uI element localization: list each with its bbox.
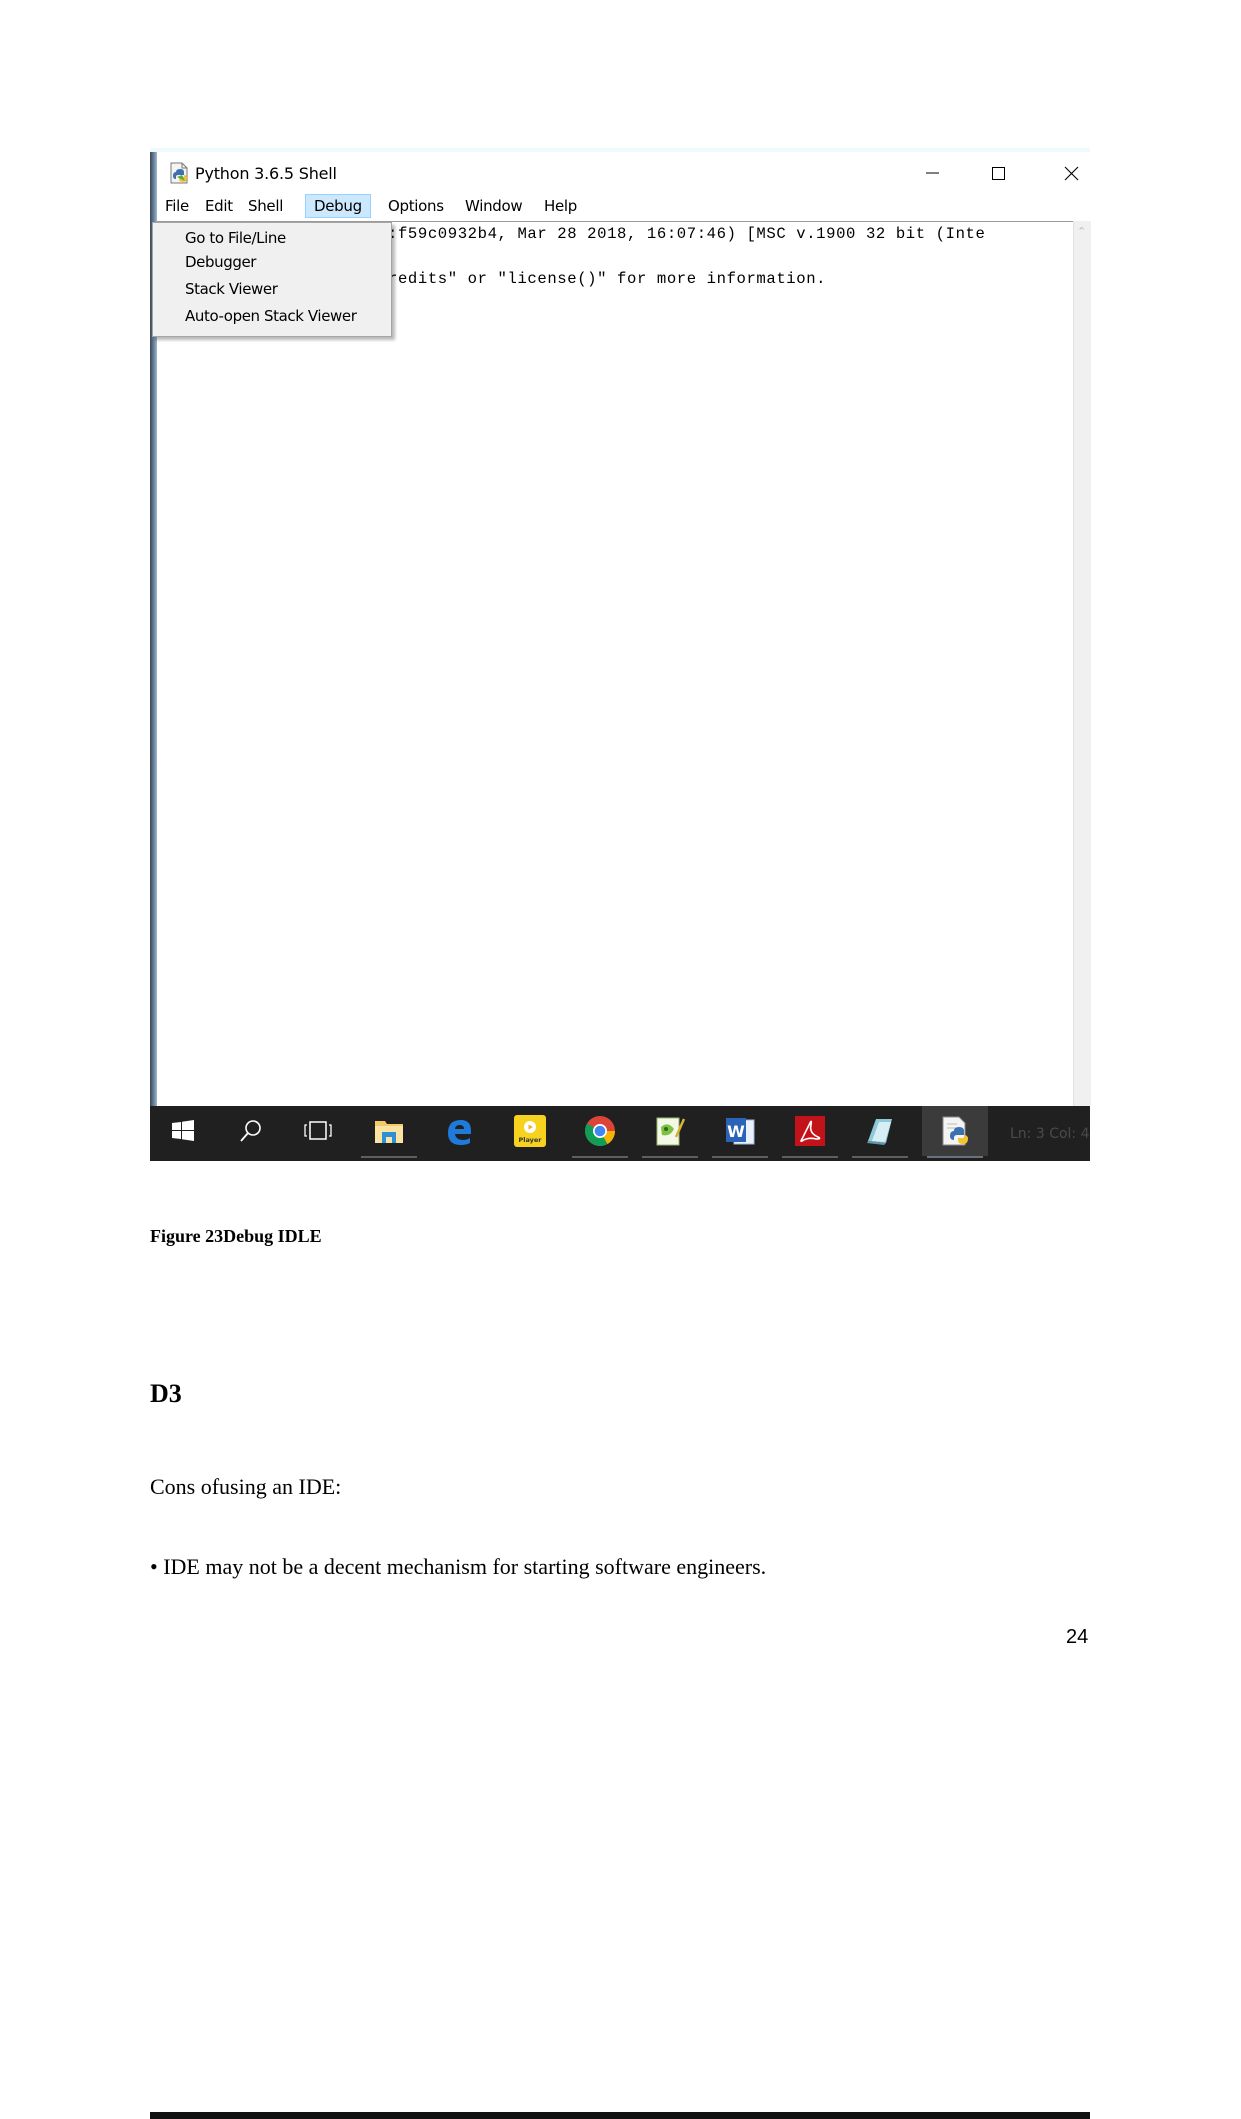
menu-item-debugger[interactable]: Debugger (185, 253, 256, 271)
menu-debug[interactable]: Debug (305, 194, 371, 218)
debug-menu-dropdown: Go to File/Line Debugger Stack Viewer Au… (152, 222, 392, 337)
search-icon (240, 1120, 261, 1142)
page-number: 24 (1066, 1626, 1089, 1648)
close-button[interactable] (1032, 156, 1092, 190)
notepad-icon (867, 1119, 892, 1145)
idle-screenshot: Python 3.6.5 Shell File Edit Shell Debug… (150, 148, 1091, 2119)
vertical-scrollbar[interactable]: ⌃ (1073, 221, 1091, 1106)
taskbar-file-explorer[interactable] (356, 1106, 422, 1158)
taskbar-bottom-edge (150, 2112, 1090, 2119)
file-explorer-icon (375, 1121, 403, 1143)
taskbar-chrome[interactable] (567, 1106, 633, 1158)
figure-caption: Figure 23Debug IDLE (150, 1226, 322, 1246)
taskbar-python-idle[interactable] (922, 1106, 988, 1158)
status-line-col: Ln: 3 Col: 4 (1010, 1126, 1090, 1142)
menu-item-stack-viewer[interactable]: Stack Viewer (185, 280, 278, 298)
chrome-icon (584, 1116, 615, 1147)
minimize-icon (926, 172, 939, 174)
close-icon (1064, 166, 1079, 181)
taskbar-notepad-plus-plus[interactable] (637, 1106, 703, 1158)
menu-options[interactable]: Options (380, 194, 452, 218)
start-button[interactable] (150, 1106, 216, 1156)
menu-item-auto-open-stack-viewer[interactable]: Auto-open Stack Viewer (185, 307, 357, 325)
menu-shell[interactable]: Shell (240, 194, 291, 218)
paragraph: Cons ofusing an IDE: (150, 1474, 342, 1499)
windows-start-icon (172, 1120, 194, 1141)
minimize-button[interactable] (902, 156, 962, 190)
menu-file[interactable]: File (157, 194, 197, 218)
edge-icon (448, 1120, 471, 1145)
window-title: Python 3.6.5 Shell (195, 164, 337, 183)
notepad-plus-plus-icon (656, 1117, 686, 1146)
taskbar-word[interactable]: W (707, 1106, 773, 1158)
shell-line: :f59c0932b4, Mar 28 2018, 16:07:46) [MSC… (388, 225, 986, 243)
shell-line: redits" or "license()" for more informat… (388, 270, 827, 288)
scroll-up-arrow-icon[interactable]: ⌃ (1077, 226, 1087, 237)
python-idle-icon (170, 162, 188, 184)
player-icon: Player (514, 1115, 546, 1147)
acrobat-icon (795, 1116, 825, 1146)
bullet-item: • IDE may not be a decent mechanism for … (150, 1554, 767, 1579)
player-label: Player (518, 1136, 542, 1144)
taskbar-player[interactable]: Player (497, 1106, 563, 1156)
task-view-button[interactable] (285, 1106, 351, 1156)
taskbar-acrobat[interactable] (777, 1106, 843, 1158)
title-bar[interactable]: Python 3.6.5 Shell (157, 152, 1090, 192)
section-heading: D3 (150, 1379, 182, 1408)
maximize-icon (992, 167, 1005, 180)
python-idle-icon (942, 1116, 968, 1146)
word-label: W (727, 1122, 745, 1141)
maximize-button[interactable] (968, 156, 1028, 190)
taskbar-notepad[interactable] (847, 1106, 913, 1158)
word-icon: W (726, 1118, 755, 1145)
menu-bar: File Edit Shell Debug Options Window Hel… (157, 192, 1090, 220)
task-view-icon (304, 1121, 332, 1140)
menu-window[interactable]: Window (457, 194, 530, 218)
menu-help[interactable]: Help (536, 194, 585, 218)
shell-text-area[interactable]: :f59c0932b4, Mar 28 2018, 16:07:46) [MSC… (157, 221, 1073, 1107)
menu-item-go-to-file-line[interactable]: Go to File/Line (185, 229, 286, 247)
search-button[interactable] (218, 1106, 284, 1156)
taskbar-edge[interactable] (426, 1106, 492, 1156)
windows-taskbar: Player W Ln: 3 Col: 4 (150, 1106, 1090, 2119)
menu-edit[interactable]: Edit (197, 194, 241, 218)
